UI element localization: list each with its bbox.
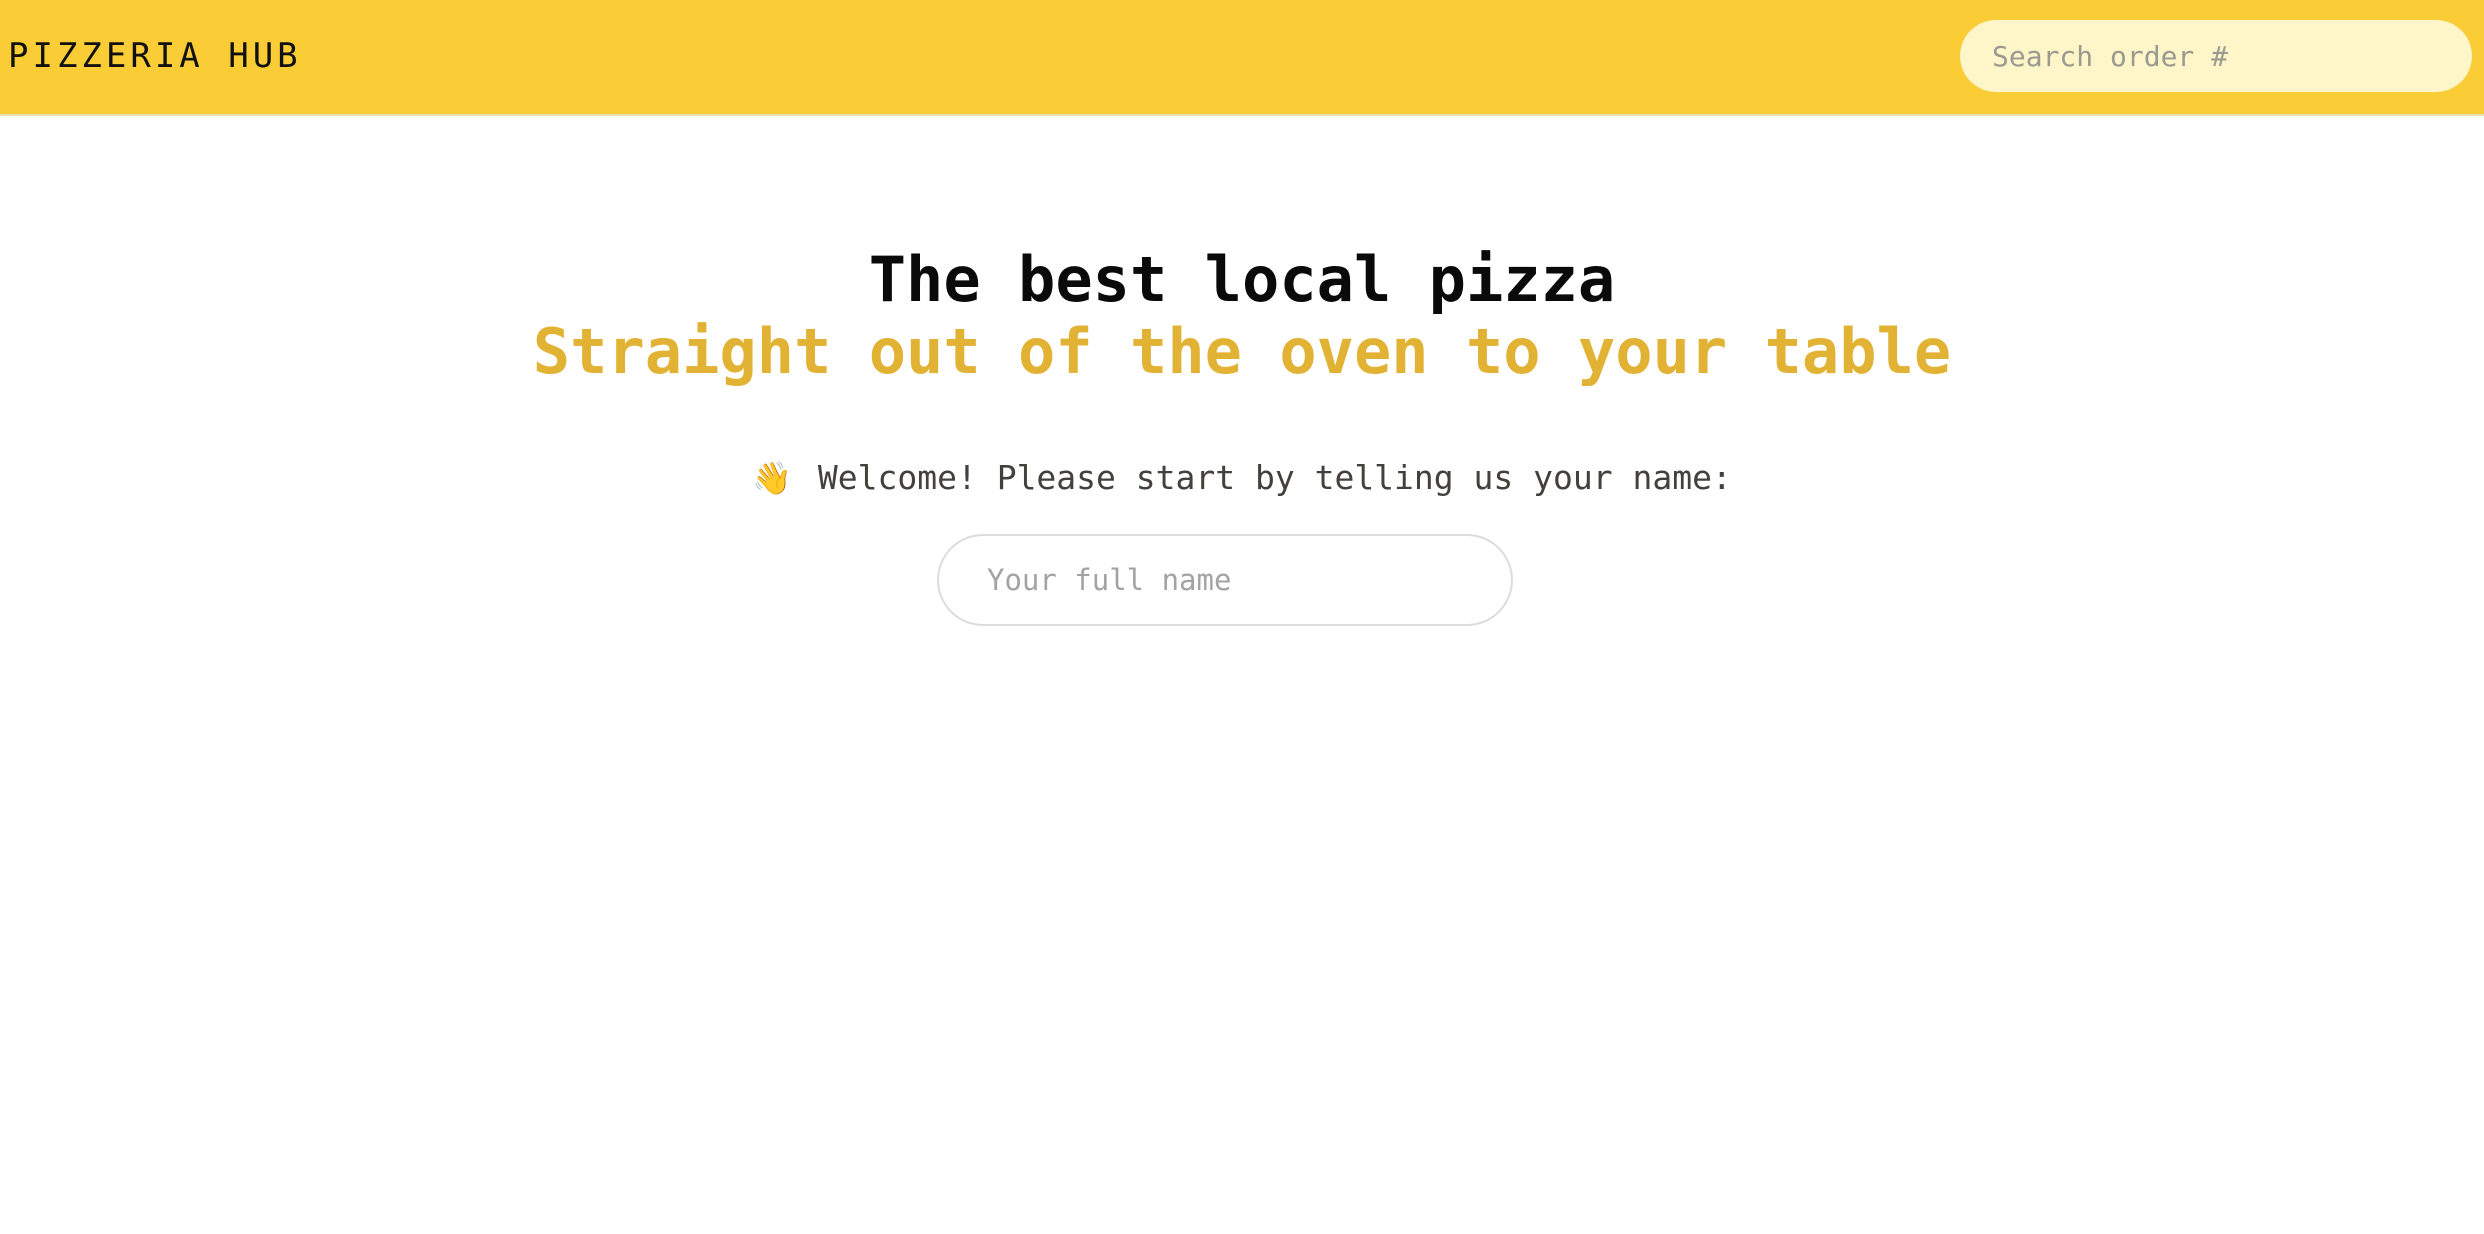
top-header: PIZZERIA HUB	[0, 0, 2484, 116]
full-name-input[interactable]	[937, 534, 1513, 626]
search-order-input[interactable]	[1960, 20, 2472, 92]
hero-section: The best local pizza Straight out of the…	[0, 244, 2484, 388]
waving-hand-icon: 👋	[752, 459, 793, 497]
welcome-text: Welcome! Please start by telling us your…	[817, 458, 1732, 497]
page-title: The best local pizza	[868, 243, 1616, 316]
logo-text[interactable]: PIZZERIA HUB	[8, 36, 302, 76]
page-subtitle: Straight out of the oven to your table	[532, 315, 1952, 388]
welcome-message: 👋 Welcome! Please start by telling us yo…	[0, 456, 2484, 500]
